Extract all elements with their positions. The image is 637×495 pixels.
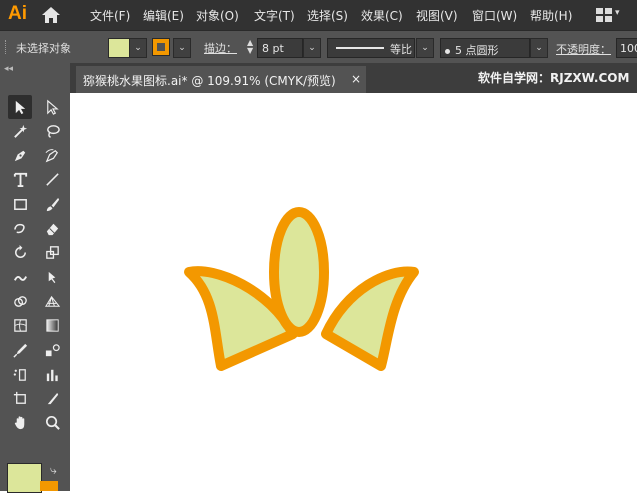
menu-object[interactable]: 对象(O) [196, 7, 239, 24]
fill-color-swatch[interactable] [108, 38, 130, 58]
opacity-label[interactable]: 不透明度： [556, 41, 611, 57]
menu-select[interactable]: 选择(S) [307, 7, 348, 24]
stroke-swatch-large[interactable] [40, 481, 58, 491]
column-graph-icon [46, 369, 58, 381]
shape-builder-icon [13, 296, 27, 307]
mesh-icon [13, 319, 27, 332]
eyedropper-icon [12, 343, 27, 358]
menu-help[interactable]: 帮助(H) [530, 7, 572, 24]
pen-tool[interactable] [8, 144, 32, 168]
lasso-tool[interactable] [40, 119, 64, 143]
slice-icon [47, 392, 58, 405]
right-leaf [321, 266, 419, 371]
menu-edit[interactable]: 编辑(E) [143, 7, 184, 24]
app-logo: Ai [8, 3, 27, 24]
lasso-icon [46, 124, 60, 138]
symbol-sprayer-tool[interactable] [8, 362, 32, 386]
stroke-profile-preview [336, 47, 384, 49]
type-tool[interactable] [8, 168, 32, 192]
line-segment-tool[interactable] [40, 168, 64, 192]
menu-effect[interactable]: 效果(C) [361, 7, 403, 24]
column-graph-tool[interactable] [40, 362, 64, 386]
watermark-text: 软件自学网：RJZXW.COM [478, 71, 630, 85]
magic-wand-tool[interactable] [8, 119, 32, 143]
control-bar-grip[interactable] [5, 40, 9, 54]
shaper-icon [13, 223, 25, 234]
brush-chevron-down-icon[interactable]: ⌄ [530, 38, 548, 58]
rotate-icon [14, 245, 26, 259]
selection-status: 未选择对象 [16, 42, 71, 55]
symbol-sprayer-icon [13, 368, 26, 381]
scale-icon [45, 246, 59, 260]
document-tab-title[interactable]: 猕猴桃水果图标.ai* @ 109.91% (CMYK/预览) [83, 72, 336, 89]
center-leaf [269, 207, 329, 337]
scale-tool[interactable] [40, 241, 64, 265]
eyedropper-tool[interactable] [8, 338, 32, 362]
hand-icon [14, 416, 24, 430]
workspace-switcher-icon[interactable] [596, 8, 612, 22]
stroke-profile-label: 等比 [390, 43, 412, 56]
stroke-weight-input[interactable]: 8 pt [257, 38, 303, 58]
curvature-tool[interactable] [40, 144, 64, 168]
hand-tool[interactable] [8, 411, 32, 435]
stroke-dropdown-chevron-icon[interactable]: ⌄ [173, 38, 191, 58]
workspace-chevron-down-icon[interactable]: ▾ [615, 8, 620, 18]
fill-dropdown-chevron-icon[interactable]: ⌄ [129, 38, 147, 58]
menu-view[interactable]: 视图(V) [416, 7, 458, 24]
shaper-tool[interactable] [8, 217, 32, 241]
collapse-panel-icon[interactable]: ◂◂ [4, 64, 13, 74]
zoom-icon [45, 416, 60, 431]
rotate-tool[interactable] [8, 241, 32, 265]
zoom-tool[interactable] [40, 411, 64, 435]
opacity-input[interactable]: 100 [616, 38, 637, 58]
shape-builder-tool[interactable] [8, 289, 32, 313]
selection-icon [15, 100, 25, 114]
selection-tool[interactable] [8, 95, 32, 119]
brush-label: 5 点圆形 [455, 44, 499, 57]
close-tab-icon[interactable]: × [351, 72, 361, 86]
slice-tool[interactable] [40, 387, 64, 411]
artboard-canvas[interactable] [70, 93, 637, 491]
rectangle-icon [13, 198, 27, 210]
paintbrush-icon [46, 197, 59, 211]
warp-tool[interactable] [8, 265, 32, 289]
pen-icon [14, 150, 25, 162]
menu-window[interactable]: 窗口(W) [472, 7, 517, 24]
type-icon [13, 173, 27, 188]
eraser-tool[interactable] [40, 217, 64, 241]
menu-type[interactable]: 文字(T) [254, 7, 295, 24]
blend-icon [45, 343, 60, 356]
fill-swatch-large[interactable] [7, 463, 42, 493]
perspective-grid-icon [44, 295, 60, 307]
home-icon[interactable] [40, 5, 62, 25]
stroke-label[interactable]: 描边： [204, 40, 237, 56]
stroke-weight-stepper[interactable]: ▲ ▼ [247, 39, 253, 55]
line-segment-icon [45, 173, 59, 187]
stroke-weight-chevron-down-icon[interactable]: ⌄ [303, 38, 321, 58]
artboard-tool[interactable] [8, 387, 32, 411]
rectangle-tool[interactable] [8, 192, 32, 216]
direct-selection-icon [46, 99, 59, 115]
perspective-grid-tool[interactable] [40, 289, 64, 313]
blend-tool[interactable] [40, 338, 64, 362]
direct-selection-tool[interactable] [40, 95, 64, 119]
gradient-tool[interactable] [40, 314, 64, 338]
free-transform-tool[interactable] [40, 265, 64, 289]
free-transform-icon [48, 271, 55, 283]
magic-wand-icon [13, 124, 27, 138]
brush-dot-icon [445, 48, 450, 54]
mesh-tool[interactable] [8, 314, 32, 338]
artboard-icon [13, 391, 26, 404]
eraser-icon [46, 223, 58, 236]
paintbrush-tool[interactable] [40, 192, 64, 216]
menu-file[interactable]: 文件(F) [90, 7, 130, 24]
swap-fill-stroke-icon[interactable]: ⤷ [50, 463, 57, 478]
gradient-icon [45, 319, 59, 332]
stroke-color-swatch[interactable] [152, 38, 170, 56]
artwork [184, 207, 419, 371]
stroke-profile-chevron-down-icon[interactable]: ⌄ [416, 38, 434, 58]
warp-icon [13, 275, 27, 281]
curvature-icon [45, 149, 58, 163]
brush-select[interactable]: 5 点圆形 [440, 38, 530, 58]
